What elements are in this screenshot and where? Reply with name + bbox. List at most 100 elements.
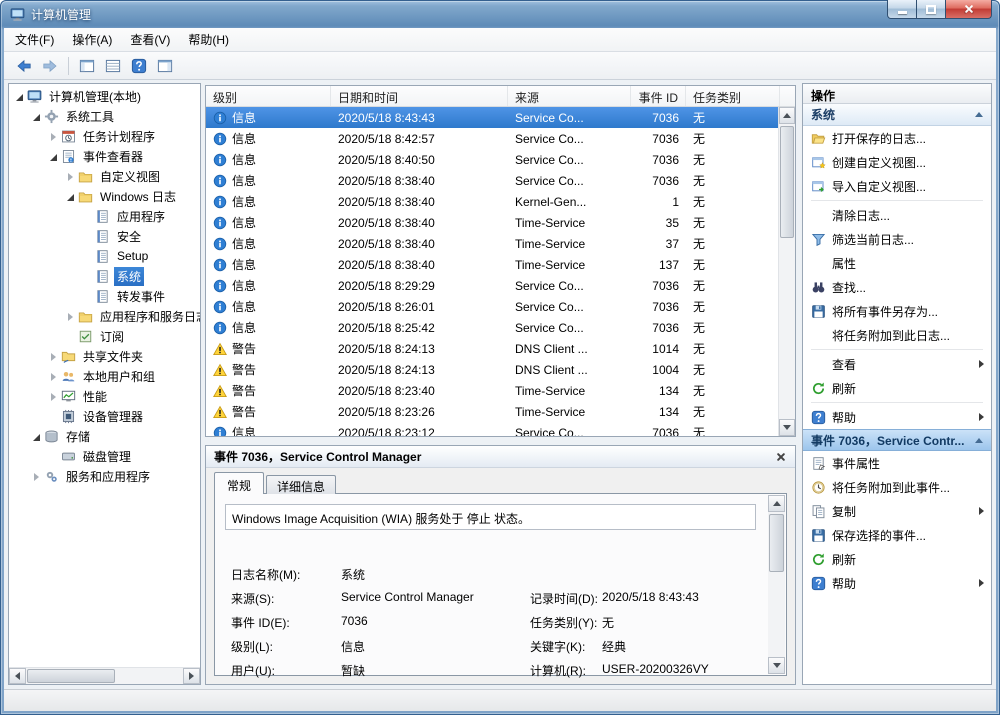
collapse-arrow-icon[interactable] <box>30 110 43 123</box>
event-row[interactable]: 信息2020/5/18 8:23:12Service Co...7036无 <box>206 422 778 436</box>
tree-item-custom-views[interactable]: 自定义视图 <box>9 166 200 186</box>
help-button[interactable] <box>127 55 151 77</box>
tree-item-security-log[interactable]: 安全 <box>9 226 200 246</box>
action-view[interactable]: 查看 <box>803 352 991 376</box>
tree-item-device-manager[interactable]: 设备管理器 <box>9 406 200 426</box>
tree-item-services-applications[interactable]: 服务和应用程序 <box>9 466 200 486</box>
scroll-up-button[interactable] <box>768 495 785 512</box>
column-header-level[interactable]: 级别 <box>206 86 331 106</box>
action-find[interactable]: 查找... <box>803 275 991 299</box>
minimize-button[interactable] <box>887 0 917 19</box>
tree-item-applications-services-logs[interactable]: 应用程序和服务日志 <box>9 306 200 326</box>
event-row[interactable]: 信息2020/5/18 8:38:40Time-Service137无 <box>206 254 778 275</box>
event-row[interactable]: 信息2020/5/18 8:38:40Time-Service37无 <box>206 233 778 254</box>
action-refresh-event[interactable]: 刷新 <box>803 547 991 571</box>
action-filter-current-log[interactable]: 筛选当前日志... <box>803 227 991 251</box>
scroll-thumb[interactable] <box>780 126 794 238</box>
action-help[interactable]: 帮助 <box>803 405 991 429</box>
show-console-tree-button[interactable] <box>75 55 99 77</box>
tree-item-task-scheduler[interactable]: 任务计划程序 <box>9 126 200 146</box>
action-copy[interactable]: 复制 <box>803 499 991 523</box>
show-action-pane-button[interactable] <box>153 55 177 77</box>
expand-arrow-icon[interactable] <box>47 390 60 403</box>
action-refresh[interactable]: 刷新 <box>803 376 991 400</box>
event-row[interactable]: 警告2020/5/18 8:23:26Time-Service134无 <box>206 401 778 422</box>
tree-item-disk-management[interactable]: 磁盘管理 <box>9 446 200 466</box>
column-header-category[interactable]: 任务类别 <box>686 86 780 106</box>
tab-details[interactable]: 详细信息 <box>266 475 336 494</box>
collapse-arrow-icon[interactable] <box>13 90 26 103</box>
event-row[interactable]: 警告2020/5/18 8:24:13DNS Client ...1004无 <box>206 359 778 380</box>
column-header-datetime[interactable]: 日期和时间 <box>331 86 508 106</box>
event-list-scrollbar[interactable] <box>778 107 795 436</box>
expand-arrow-icon[interactable] <box>30 470 43 483</box>
scroll-up-button[interactable] <box>779 107 795 124</box>
collapse-arrow-icon[interactable] <box>30 430 43 443</box>
forward-button[interactable] <box>38 55 62 77</box>
action-save-selected-events[interactable]: 保存选择的事件... <box>803 523 991 547</box>
menu-view[interactable]: 查看(V) <box>121 27 179 52</box>
event-row[interactable]: 信息2020/5/18 8:38:40Service Co...7036无 <box>206 170 778 191</box>
action-event-properties[interactable]: 事件属性 <box>803 451 991 475</box>
event-row[interactable]: 信息2020/5/18 8:38:40Time-Service35无 <box>206 212 778 233</box>
collapse-arrow-icon[interactable] <box>47 150 60 163</box>
tree-item-application-log[interactable]: 应用程序 <box>9 206 200 226</box>
column-header-source[interactable]: 来源 <box>508 86 631 106</box>
scroll-down-button[interactable] <box>768 657 785 674</box>
expand-arrow-icon[interactable] <box>47 350 60 363</box>
expand-arrow-icon[interactable] <box>47 370 60 383</box>
tree-item-storage[interactable]: 存储 <box>9 426 200 446</box>
title-bar[interactable]: 计算机管理 <box>0 0 1000 28</box>
action-help-event[interactable]: 帮助 <box>803 571 991 595</box>
action-group-event-7036[interactable]: 事件 7036，Service Contr... <box>803 429 991 451</box>
tab-general[interactable]: 常规 <box>214 472 264 494</box>
action-clear-log[interactable]: 清除日志... <box>803 203 991 227</box>
action-import-custom-view[interactable]: 导入自定义视图... <box>803 174 991 198</box>
event-row[interactable]: 信息2020/5/18 8:43:43Service Co...7036无 <box>206 107 778 128</box>
event-row[interactable]: 警告2020/5/18 8:23:40Time-Service134无 <box>206 380 778 401</box>
scroll-thumb[interactable] <box>27 669 115 683</box>
maximize-button[interactable] <box>917 0 946 19</box>
scroll-thumb[interactable] <box>769 514 784 572</box>
tree-item-local-users-groups[interactable]: 本地用户和组 <box>9 366 200 386</box>
tree-item-shared-folders[interactable]: 共享文件夹 <box>9 346 200 366</box>
event-row[interactable]: 信息2020/5/18 8:42:57Service Co...7036无 <box>206 128 778 149</box>
menu-action[interactable]: 操作(A) <box>63 27 121 52</box>
tree-item-windows-logs[interactable]: Windows 日志 <box>9 186 200 206</box>
export-list-button[interactable] <box>101 55 125 77</box>
action-properties[interactable]: 属性 <box>803 251 991 275</box>
tree-item-subscriptions[interactable]: 订阅 <box>9 326 200 346</box>
menu-help[interactable]: 帮助(H) <box>179 27 238 52</box>
event-row[interactable]: 警告2020/5/18 8:24:13DNS Client ...1014无 <box>206 338 778 359</box>
expand-arrow-icon[interactable] <box>47 130 60 143</box>
action-attach-task-to-log[interactable]: 将任务附加到此日志... <box>803 323 991 347</box>
expand-arrow-icon[interactable] <box>64 170 77 183</box>
menu-file[interactable]: 文件(F) <box>6 27 63 52</box>
tree-item-system-log[interactable]: 系统 <box>9 266 200 286</box>
back-button[interactable] <box>12 55 36 77</box>
tree-item-forwarded-events-log[interactable]: 转发事件 <box>9 286 200 306</box>
close-button[interactable] <box>946 0 992 19</box>
event-row[interactable]: 信息2020/5/18 8:25:42Service Co...7036无 <box>206 317 778 338</box>
scroll-right-button[interactable] <box>183 668 200 684</box>
preview-close-button[interactable] <box>773 449 789 465</box>
tree-item-system-tools[interactable]: 系统工具 <box>9 106 200 126</box>
action-attach-task-to-event[interactable]: 将任务附加到此事件... <box>803 475 991 499</box>
tree-horizontal-scrollbar[interactable] <box>9 667 200 684</box>
action-open-saved-log[interactable]: 打开保存的日志... <box>803 126 991 150</box>
scroll-down-button[interactable] <box>779 419 795 436</box>
tree-item-computer-management-local[interactable]: 计算机管理(本地) <box>9 86 200 106</box>
tree-item-event-viewer[interactable]: 事件查看器 <box>9 146 200 166</box>
expand-arrow-icon[interactable] <box>64 310 77 323</box>
event-row[interactable]: 信息2020/5/18 8:40:50Service Co...7036无 <box>206 149 778 170</box>
column-header-event-id[interactable]: 事件 ID <box>631 86 686 106</box>
action-group-system[interactable]: 系统 <box>803 104 991 126</box>
action-save-all-events-as[interactable]: 将所有事件另存为... <box>803 299 991 323</box>
collapse-arrow-icon[interactable] <box>64 190 77 203</box>
preview-scrollbar[interactable] <box>768 495 785 674</box>
tree-item-setup-log[interactable]: Setup <box>9 246 200 266</box>
tree-item-performance[interactable]: 性能 <box>9 386 200 406</box>
event-row[interactable]: 信息2020/5/18 8:29:29Service Co...7036无 <box>206 275 778 296</box>
action-create-custom-view[interactable]: 创建自定义视图... <box>803 150 991 174</box>
scroll-left-button[interactable] <box>9 668 26 684</box>
